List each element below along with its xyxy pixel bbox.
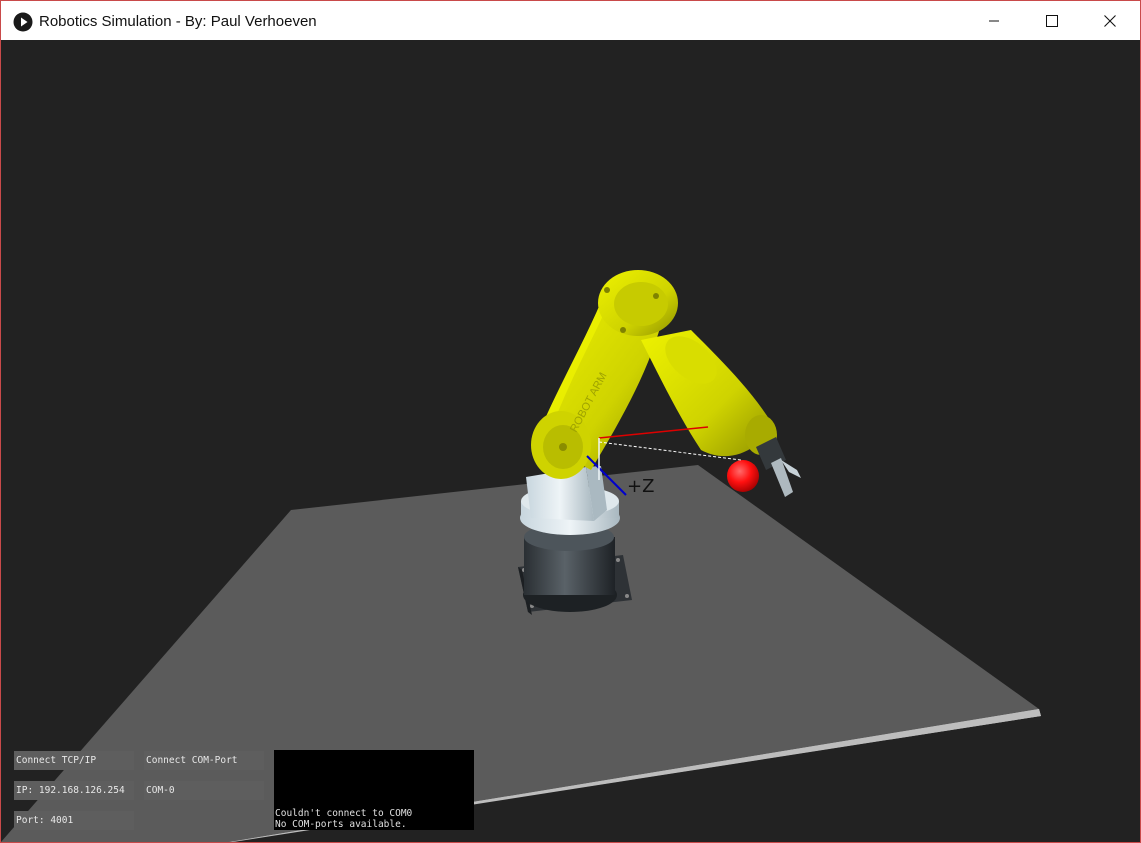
scene-canvas: ROBOT ARM +Z — [1, 270, 1041, 842]
window-title: Robotics Simulation - By: Paul Verhoeven — [39, 13, 317, 30]
app-window: Robotics Simulation - By: Paul Verhoeven — [0, 0, 1141, 843]
console-line: Couldn't connect to COM0 — [275, 808, 413, 819]
close-button[interactable] — [1081, 1, 1139, 40]
connect-com-button[interactable]: Connect COM-Port — [144, 751, 264, 770]
title-bar[interactable]: Robotics Simulation - By: Paul Verhoeven — [1, 1, 1140, 40]
maximize-button[interactable] — [1023, 1, 1081, 40]
robot-gripper — [756, 437, 801, 497]
z-axis-label: +Z — [627, 476, 654, 497]
console-line: No COM-ports available. — [275, 819, 407, 830]
minimize-icon — [989, 20, 999, 21]
connect-tcp-button[interactable]: Connect TCP/IP — [14, 751, 134, 770]
maximize-icon — [1046, 14, 1058, 27]
ip-address-field[interactable]: IP: 192.168.126.254 — [14, 781, 134, 800]
minimize-button[interactable] — [965, 1, 1023, 40]
com-port-field[interactable]: COM-0 — [144, 781, 264, 800]
play-circle-icon — [13, 12, 33, 32]
3d-viewport[interactable]: ROBOT ARM +Z Connect TCP/IP Connect COM-… — [1, 40, 1140, 842]
console-output: Couldn't connect to COM0 No COM-ports av… — [274, 750, 474, 830]
close-icon — [1104, 14, 1116, 27]
port-field[interactable]: Port: 4001 — [14, 811, 134, 830]
target-sphere[interactable] — [727, 460, 759, 492]
